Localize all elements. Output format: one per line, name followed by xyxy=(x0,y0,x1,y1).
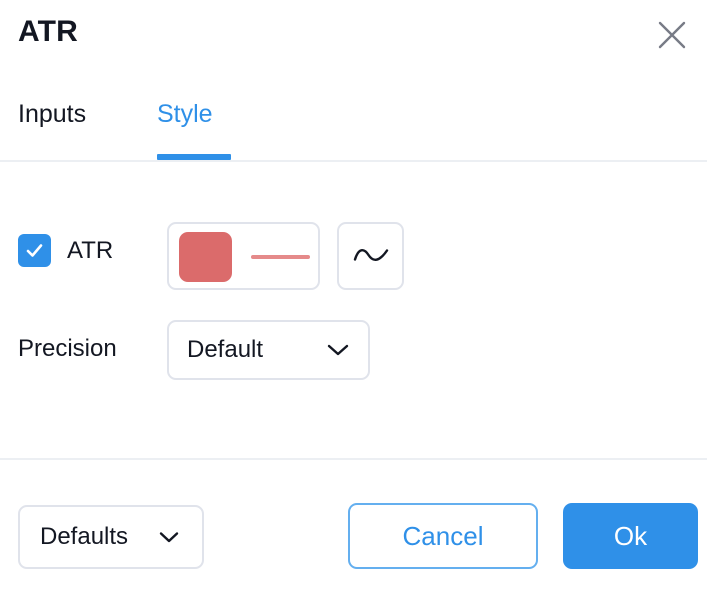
defaults-button-label: Defaults xyxy=(40,523,129,550)
page-title: ATR xyxy=(18,15,79,48)
atr-visibility-checkbox[interactable] xyxy=(18,234,51,267)
tab-inputs[interactable]: Inputs xyxy=(18,98,86,130)
dialog-footer: Defaults Cancel Ok xyxy=(0,460,707,590)
atr-row-label: ATR xyxy=(67,237,114,264)
cancel-button[interactable]: Cancel xyxy=(348,503,538,569)
indicator-settings-dialog: ATR Inputs Style ATR Precision Default D… xyxy=(0,0,707,590)
close-icon xyxy=(655,18,689,52)
style-row-atr: ATR xyxy=(0,216,707,302)
dialog-header: ATR xyxy=(0,0,707,88)
precision-label: Precision xyxy=(18,335,117,362)
atr-line-style-button[interactable] xyxy=(337,222,404,290)
atr-line-thickness-sample[interactable] xyxy=(251,255,310,259)
precision-select-value: Default xyxy=(187,336,264,363)
check-icon xyxy=(24,240,45,261)
chevron-down-icon xyxy=(158,530,180,545)
defaults-button[interactable]: Defaults xyxy=(18,505,204,569)
style-tab-panel: ATR Precision Default xyxy=(0,162,707,458)
tab-bar: Inputs Style xyxy=(0,98,707,162)
chevron-down-icon xyxy=(326,342,350,358)
precision-select[interactable]: Default xyxy=(167,320,370,380)
wave-line-icon xyxy=(351,243,391,269)
style-row-precision: Precision Default xyxy=(0,320,707,380)
tab-style[interactable]: Style xyxy=(157,98,213,130)
ok-button[interactable]: Ok xyxy=(563,503,698,569)
atr-color-and-thickness-control[interactable] xyxy=(167,222,320,290)
close-button[interactable] xyxy=(651,14,693,56)
atr-color-swatch[interactable] xyxy=(179,232,232,282)
